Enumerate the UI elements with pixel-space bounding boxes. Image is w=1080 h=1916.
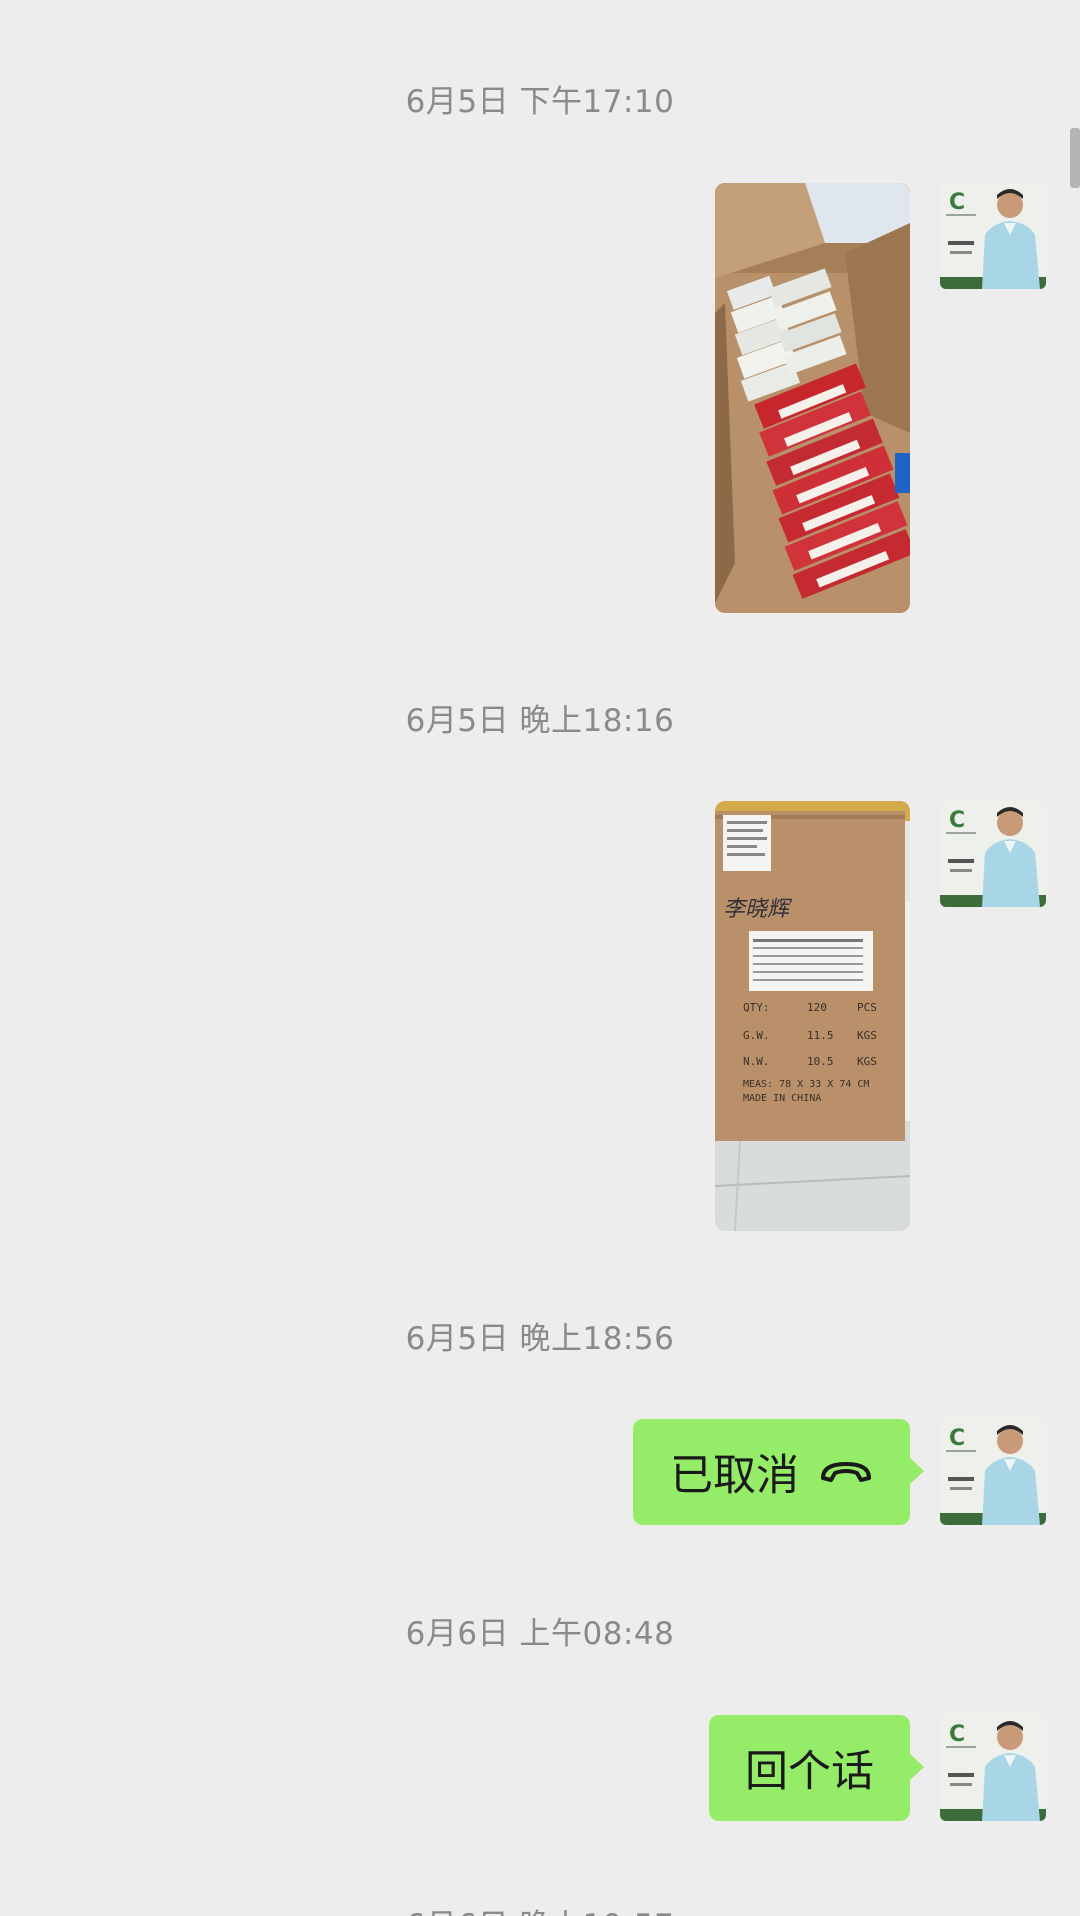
svg-text:C: C — [949, 1722, 965, 1747]
svg-text:MEAS: 78 X 33 X 74 CM: MEAS: 78 X 33 X 74 CM — [743, 1079, 869, 1090]
message-timestamp: 6月5日 晚上18:56 — [405, 1321, 675, 1357]
message-text: 回个话 — [745, 1747, 874, 1797]
svg-text:C: C — [949, 808, 965, 833]
svg-text:N.W.: N.W. — [743, 1055, 770, 1068]
cancelled-call-icon — [819, 1458, 873, 1486]
message-timestamp: 6月5日 晚上18:16 — [405, 703, 675, 739]
call-status-text: 已取消 — [670, 1451, 799, 1501]
user-avatar[interactable]: C — [940, 801, 1046, 907]
avatar-image: C — [940, 1715, 1046, 1821]
avatar-image: C — [940, 801, 1046, 907]
svg-text:C: C — [949, 1426, 965, 1451]
svg-text:C: C — [949, 190, 965, 215]
image-message[interactable] — [715, 183, 910, 613]
user-avatar[interactable]: C — [940, 183, 1046, 289]
svg-text:10.5: 10.5 — [807, 1055, 834, 1068]
scrollbar[interactable] — [1070, 128, 1080, 188]
svg-text:KGS: KGS — [857, 1055, 877, 1068]
svg-text:PCS: PCS — [857, 1001, 877, 1014]
shipping-carton-photo: 李晓辉 QTY: 120 PCS G.W. 11.5 KGS N.W. 10.5… — [715, 801, 910, 1231]
box-handwriting: 李晓辉 — [723, 897, 793, 922]
svg-text:120: 120 — [807, 1001, 827, 1014]
svg-text:MADE IN CHINA: MADE IN CHINA — [743, 1093, 821, 1104]
chat-screen: 6月5日 下午17:10 C 6月5日 晚上18:16 李晓辉 QTY: 120… — [0, 0, 1080, 1916]
svg-text:QTY:: QTY: — [743, 1001, 770, 1014]
text-message-bubble[interactable]: 回个话 — [709, 1715, 924, 1821]
svg-text:G.W.: G.W. — [743, 1029, 770, 1042]
box-with-packages-photo — [715, 183, 910, 613]
call-message-bubble[interactable]: 已取消 — [633, 1419, 924, 1525]
message-timestamp: 6月5日 下午17:10 — [405, 84, 675, 120]
user-avatar[interactable]: C — [940, 1419, 1046, 1525]
message-timestamp: 6月6日 上午08:48 — [405, 1616, 675, 1652]
svg-text:11.5: 11.5 — [807, 1029, 834, 1042]
svg-text:KGS: KGS — [857, 1029, 877, 1042]
image-message[interactable]: 李晓辉 QTY: 120 PCS G.W. 11.5 KGS N.W. 10.5… — [715, 801, 910, 1231]
user-avatar[interactable]: C — [940, 1715, 1046, 1821]
message-timestamp: 6月6日 晚上19:57 — [0, 1900, 1080, 1916]
avatar-image: C — [940, 183, 1046, 289]
avatar-image: C — [940, 1419, 1046, 1525]
